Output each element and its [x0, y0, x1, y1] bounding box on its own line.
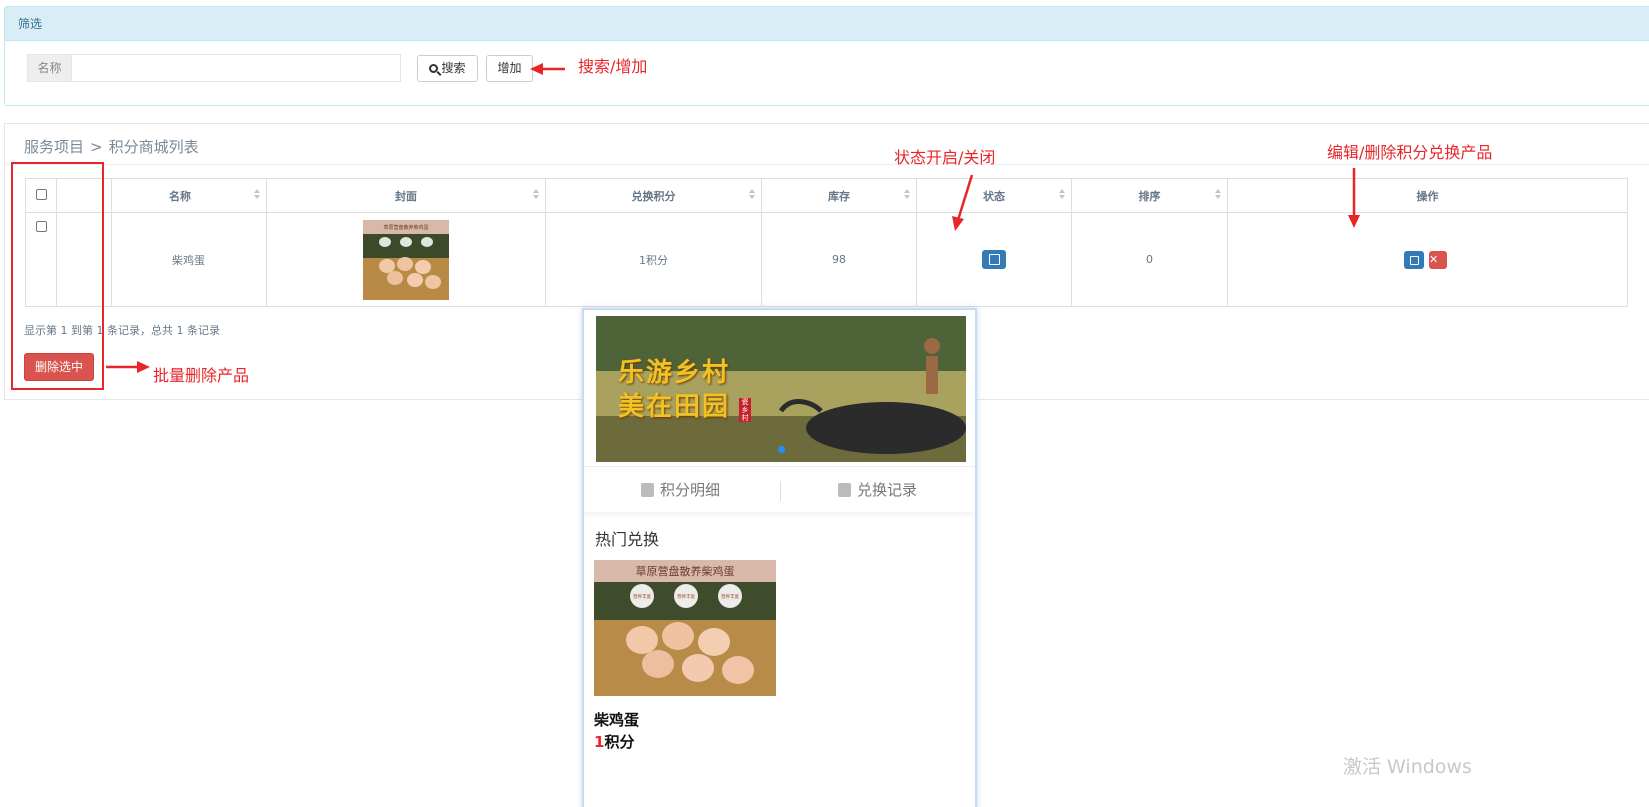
carousel-indicator[interactable]	[778, 446, 785, 453]
search-icon	[429, 64, 439, 73]
banner-title-line1: 乐游乡村	[618, 358, 731, 388]
column-header-actions-label: 操作	[1416, 189, 1439, 203]
column-header-points[interactable]: 兑换积分	[545, 178, 762, 213]
breadcrumb-separator: >	[90, 138, 103, 156]
records-icon	[838, 483, 851, 497]
search-button[interactable]: 搜索	[417, 55, 478, 82]
column-header-status[interactable]: 状态	[916, 178, 1072, 213]
sort-icon	[1215, 189, 1222, 201]
product-table: 名称 封面 兑换积分 库存 状态 排序 操作 柴鸡蛋 草原营盘散养柴鸡蛋 1积分…	[25, 178, 1628, 307]
status-toggle-button[interactable]	[982, 250, 1006, 269]
breadcrumb: 服务项目 > 积分商城列表	[24, 136, 199, 157]
column-header-sort[interactable]: 排序	[1071, 178, 1228, 213]
product-badge: 营养丰富	[677, 593, 695, 600]
annotation-edit-delete: 编辑/删除积分兑换产品	[1327, 143, 1493, 162]
name-label: 名称	[27, 54, 71, 82]
column-header-actions: 操作	[1227, 178, 1628, 213]
cover-text: 草原营盘散养柴鸡蛋	[383, 224, 428, 231]
cover-cell: 草原营盘散养柴鸡蛋	[266, 212, 546, 307]
tab-exchange-records-label: 兑换记录	[857, 481, 918, 499]
column-header-name[interactable]: 名称	[111, 178, 267, 213]
price-number: 1	[594, 733, 605, 751]
divider	[5, 164, 1649, 165]
column-header-cover[interactable]: 封面	[266, 178, 546, 213]
column-header-stock-label: 库存	[828, 189, 850, 203]
sort-icon	[1059, 189, 1066, 201]
filter-panel: 筛选 名称 搜索 增加	[4, 6, 1649, 106]
actions-cell: ✕	[1227, 212, 1628, 307]
tab-exchange-records[interactable]: 兑换记录	[838, 467, 917, 513]
column-header-sort-label: 排序	[1138, 189, 1161, 203]
product-badge: 营养丰富	[721, 593, 739, 600]
sort-icon	[904, 189, 911, 201]
add-button[interactable]: 增加	[486, 55, 533, 82]
column-header-points-label: 兑换积分	[631, 189, 676, 203]
banner-carousel[interactable]: 乐游乡村美在田园 瓷乡村	[596, 316, 966, 462]
column-header-stock[interactable]: 库存	[761, 178, 917, 213]
hot-exchange-title: 热门兑换	[595, 530, 660, 549]
tab-points-detail[interactable]: 积分明细	[641, 467, 720, 513]
price-unit: 积分	[604, 733, 635, 751]
edit-button[interactable]	[1404, 250, 1424, 269]
coins-icon	[641, 483, 654, 497]
sort-icon	[254, 189, 261, 201]
sort-icon	[749, 189, 756, 201]
banner-seal: 瓷乡村	[739, 398, 751, 422]
annotation-search-add: 搜索/增加	[578, 57, 648, 76]
column-header-cover-label: 封面	[395, 189, 417, 203]
status-cell	[916, 212, 1072, 307]
column-header-name-label: 名称	[169, 189, 191, 203]
egg-image: 草原营盘散养柴鸡蛋	[363, 219, 449, 300]
name-input-group: 名称	[27, 54, 401, 82]
delete-button[interactable]: ✕	[1429, 250, 1447, 269]
cover-thumbnail: 草原营盘散养柴鸡蛋	[363, 219, 449, 300]
tab-points-detail-label: 积分明细	[660, 481, 721, 499]
product-name: 柴鸡蛋	[594, 711, 640, 729]
search-button-label: 搜索	[441, 61, 466, 75]
table-row: 柴鸡蛋 草原营盘散养柴鸡蛋 1积分 98 0 ✕	[25, 212, 1628, 307]
sort-cell: 0	[1071, 212, 1228, 307]
filter-header: 筛选	[5, 7, 1649, 41]
egg-image: 草原营盘散养柴鸡蛋 营养丰富 营养丰富 营养丰富	[594, 560, 776, 696]
points-cell: 1积分	[545, 212, 762, 307]
product-name-cell: 柴鸡蛋	[111, 212, 267, 307]
name-search-input[interactable]	[71, 54, 401, 82]
breadcrumb-section[interactable]: 服务项目	[24, 138, 84, 156]
annotation-bulk-delete: 批量删除产品	[153, 366, 250, 385]
sort-icon	[533, 189, 540, 201]
product-badge: 营养丰富	[633, 593, 651, 600]
windows-activation-watermark: 激活 Windows	[1343, 756, 1472, 778]
table-header-row: 名称 封面 兑换积分 库存 状态 排序 操作	[25, 178, 1628, 213]
product-price: 1积分	[594, 731, 634, 752]
tab-divider	[780, 481, 781, 501]
annotation-status-toggle: 状态开启/关闭	[894, 148, 996, 167]
preview-tabs: 积分明细 兑换记录	[584, 466, 975, 512]
banner-title: 乐游乡村 美在田园	[618, 356, 730, 424]
breadcrumb-page: 积分商城列表	[108, 138, 199, 156]
column-header-status-label: 状态	[983, 189, 1005, 203]
banner-title-line2: 美在田园	[618, 392, 731, 422]
annotation-highlight-box	[11, 162, 104, 390]
mobile-preview: 乐游乡村美在田园 瓷乡村 积分明细 兑换记录 热门兑换 草原营盘散养柴鸡蛋 营养…	[582, 308, 977, 807]
product-banner-text: 草原营盘散养柴鸡蛋	[636, 564, 735, 578]
product-image[interactable]: 草原营盘散养柴鸡蛋 营养丰富 营养丰富 营养丰富	[594, 560, 776, 696]
stock-cell: 98	[761, 212, 917, 307]
